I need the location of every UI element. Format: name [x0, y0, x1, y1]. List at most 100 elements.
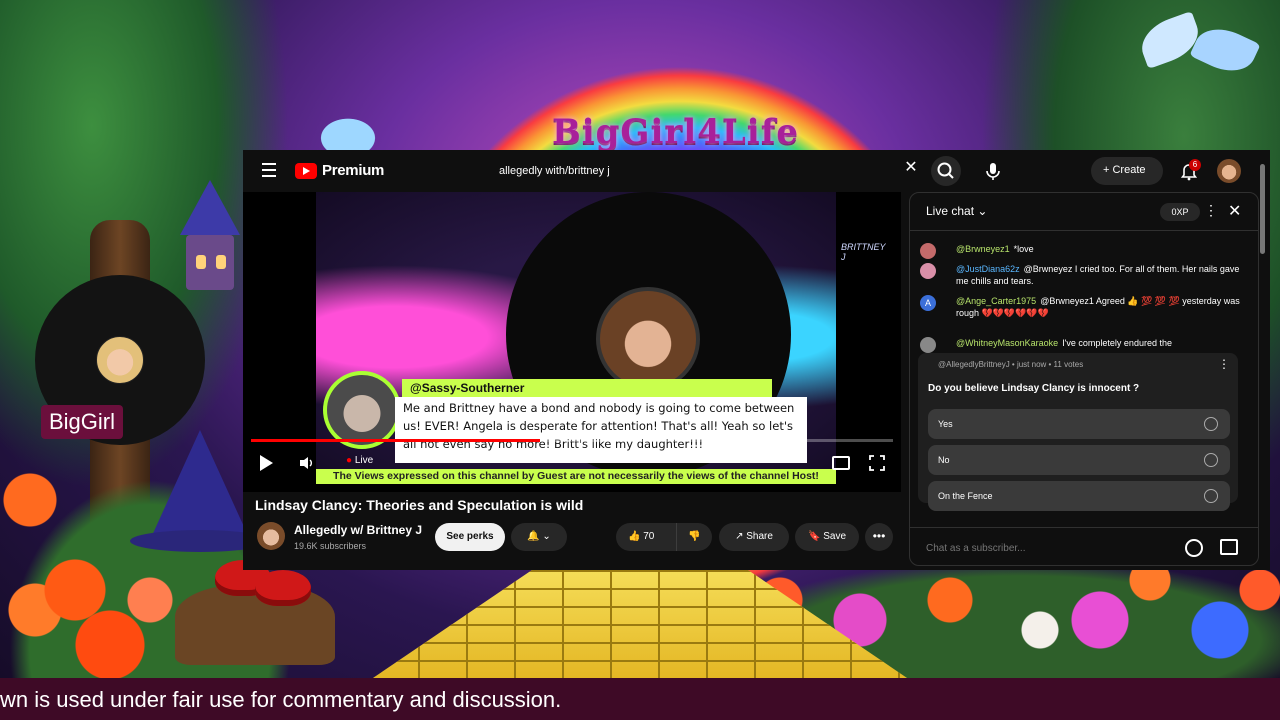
tree-house-window [216, 255, 226, 269]
search-button[interactable] [931, 156, 961, 186]
tree-house-window [196, 255, 206, 269]
chat-author-avatar [920, 243, 936, 259]
create-label: Create [1112, 164, 1146, 176]
chat-message-body: @WhitneyMasonKaraoke I've completely endu… [956, 337, 1240, 349]
super-chat-icon[interactable] [1220, 539, 1238, 555]
more-actions-button[interactable]: ••• [865, 523, 893, 551]
chat-title: Live chat [926, 204, 975, 218]
poll-option-label: On the Fence [938, 491, 993, 501]
webcam-name-label: BigGirl [41, 405, 124, 439]
chevron-down-icon: ⌄ [977, 204, 988, 218]
youtube-window: Premium ✕ + Create 6 BRITTNEY J @Sassy-S… [243, 150, 1270, 570]
share-button[interactable]: ↗ Share [719, 523, 789, 551]
live-dot-icon: ● [346, 455, 355, 466]
channel-avatar[interactable] [257, 522, 285, 550]
subscription-bell-button[interactable]: 🔔 ⌄ [511, 523, 567, 551]
like-dislike-group: 👍 70 👎 [616, 523, 712, 551]
chat-message-text: *love [1013, 244, 1034, 254]
voice-search-button[interactable] [978, 156, 1008, 186]
clear-search-icon[interactable]: ✕ [904, 160, 918, 176]
subscriber-count: 19.6K subscribers [294, 541, 367, 551]
commenter-avatar [323, 371, 401, 449]
chat-mode-selector[interactable]: Live chat ⌄ [926, 204, 987, 218]
poll-option-no[interactable]: No [928, 445, 1230, 475]
live-badge[interactable]: ● Live [346, 455, 373, 466]
comment-text: Me and Brittney have a bond and nobody i… [395, 397, 807, 463]
chat-message: @Brwneyez1 *love [920, 243, 1240, 259]
poll-option-on-the-fence[interactable]: On the Fence [928, 481, 1230, 511]
youtube-premium-label[interactable]: Premium [322, 162, 384, 179]
poll-card: @AllegedlyBrittneyJ • just now • 11 vote… [918, 353, 1238, 511]
see-perks-button[interactable]: See perks [435, 523, 505, 551]
tree-house-roof [180, 180, 240, 235]
account-avatar[interactable] [1217, 159, 1241, 183]
share-icon: ↗ [735, 531, 747, 542]
chat-author-avatar: A [920, 295, 936, 311]
search-input[interactable] [483, 156, 923, 186]
volume-button[interactable] [299, 456, 315, 470]
poll-menu-icon[interactable]: ⋮ [1218, 357, 1230, 371]
live-chat-panel: Live chat ⌄ 0XP ⋮ ✕ @Brwneyez1 *love @Jus… [909, 192, 1259, 566]
play-icon[interactable] [260, 455, 273, 471]
emoji-icon[interactable] [1185, 539, 1203, 557]
menu-icon[interactable] [262, 163, 276, 177]
chat-input-row [910, 527, 1258, 565]
chat-author[interactable]: @JustDiana62z [956, 264, 1020, 274]
dislike-button[interactable]: 👎 [676, 523, 712, 551]
chat-message: A @Ange_Carter1975 @Brwneyez1 Agreed 👍 💯 … [920, 295, 1240, 319]
video-title: Lindsay Clancy: Theories and Speculation… [255, 497, 584, 513]
chat-input[interactable] [926, 536, 1176, 560]
radio-icon [1204, 417, 1218, 431]
fair-use-ticker: wn is used under fair use for commentary… [0, 687, 562, 712]
masthead: Premium ✕ + Create 6 [243, 150, 1270, 192]
create-button[interactable]: + Create [1091, 157, 1163, 185]
search-box [483, 156, 923, 186]
chat-message-text: I've completely endured the [1062, 338, 1172, 348]
chat-message: @JustDiana62z @Brwneyez I cried too. For … [920, 263, 1240, 287]
save-button[interactable]: 🔖 Save [795, 523, 859, 551]
comment-card: @Sassy-Southerner Me and Brittney have a… [323, 371, 807, 463]
chat-message-body: @Brwneyez1 *love [956, 243, 1240, 255]
radio-icon [1204, 453, 1218, 467]
like-button[interactable]: 👍 70 [616, 523, 668, 551]
poll-option-yes[interactable]: Yes [928, 409, 1230, 439]
chat-message-body: @Ange_Carter1975 @Brwneyez1 Agreed 👍 💯 💯 … [956, 295, 1240, 319]
chat-message-body: @JustDiana62z @Brwneyez I cried too. For … [956, 263, 1240, 287]
video-player[interactable]: BRITTNEY J @Sassy-Southerner Me and Brit… [243, 192, 901, 492]
youtube-logo-icon[interactable] [295, 163, 317, 179]
chat-author[interactable]: @Ange_Carter1975 [956, 296, 1036, 306]
radio-icon [1204, 489, 1218, 503]
page-scrollbar[interactable] [1260, 164, 1265, 254]
notification-badge: 6 [1189, 159, 1201, 171]
chat-author-avatar [920, 263, 936, 279]
volume-icon [300, 457, 312, 469]
close-chat-icon[interactable]: ✕ [1228, 201, 1241, 221]
chat-menu-icon[interactable]: ⋮ [1204, 202, 1218, 219]
theater-mode-button[interactable] [832, 456, 850, 470]
chat-header: Live chat ⌄ 0XP ⋮ ✕ [910, 193, 1258, 231]
poll-question: Do you believe Lindsay Clancy is innocen… [928, 383, 1140, 394]
bell-icon: 🔔 [527, 531, 540, 542]
fullscreen-icon [869, 455, 885, 471]
tree-house [170, 180, 250, 290]
chevron-down-icon: ⌄ [542, 531, 551, 542]
bookmark-icon: 🔖 [807, 531, 824, 542]
bottom-banner: wn is used under fair use for commentary… [0, 678, 1280, 720]
fullscreen-button[interactable] [869, 455, 885, 471]
search-icon [937, 162, 954, 179]
thumbs-up-icon: 👍 [628, 531, 644, 542]
brand-title: BigGirl4Life [552, 112, 799, 152]
more-icon: ••• [872, 529, 886, 543]
share-label: Share [746, 531, 773, 542]
disclaimer-banner: The Views expressed on this channel by G… [316, 469, 836, 484]
commenter-handle: @Sassy-Southerner [402, 379, 772, 397]
progress-bar[interactable] [251, 439, 893, 442]
poll-option-label: Yes [938, 419, 953, 429]
chat-author-avatar [920, 337, 936, 353]
chat-message: @WhitneyMasonKaraoke I've completely endu… [920, 337, 1240, 353]
chat-author[interactable]: @WhitneyMasonKaraoke [956, 338, 1058, 348]
chat-author[interactable]: @Brwneyez1 [956, 244, 1010, 254]
live-label: Live [354, 455, 374, 466]
channel-name[interactable]: Allegedly w/ Brittney J [294, 523, 422, 537]
xp-badge[interactable]: 0XP [1160, 203, 1200, 221]
